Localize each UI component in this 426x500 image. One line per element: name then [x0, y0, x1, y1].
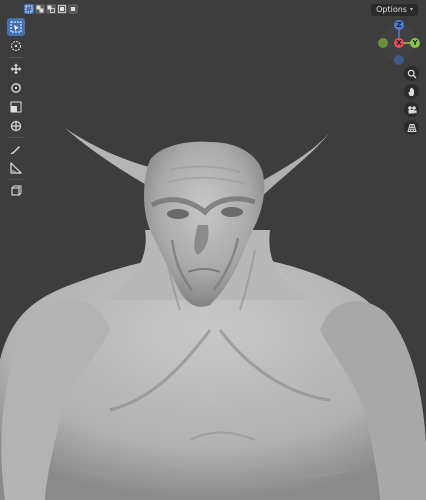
select-box-icon [10, 21, 22, 33]
invert-selection-icon [58, 5, 66, 13]
camera-icon [407, 105, 416, 113]
sculpt-model[interactable] [0, 0, 426, 500]
mode-subtract-selection-button[interactable] [46, 4, 56, 14]
toolbar-divider [9, 179, 23, 180]
tool-measure[interactable] [7, 159, 25, 177]
transform-icon [10, 120, 22, 132]
gizmo-y-axis[interactable]: Y [410, 38, 420, 48]
tool-transform[interactable] [7, 117, 25, 135]
pan-hand-icon [408, 87, 414, 96]
pan-button[interactable] [404, 84, 419, 99]
tool-rotate[interactable] [7, 79, 25, 97]
toolbar-divider [9, 137, 23, 138]
add-cube-icon [11, 185, 22, 196]
zoom-button[interactable] [404, 66, 419, 81]
tool-scale[interactable] [7, 98, 25, 116]
zoom-icon [407, 69, 416, 78]
perspective-grid-icon [406, 123, 417, 132]
options-label: Options [376, 5, 407, 14]
gizmo-neg-y-axis[interactable] [378, 38, 388, 48]
gizmo-neg-z-axis[interactable] [394, 55, 404, 65]
new-selection-icon [25, 5, 33, 13]
toolbar-divider [9, 57, 23, 58]
measure-icon [10, 162, 22, 174]
mode-invert-selection-button[interactable] [57, 4, 67, 14]
intersect-selection-icon [71, 7, 75, 11]
cursor-icon [11, 41, 21, 51]
move-icon [10, 63, 22, 75]
gizmo-x-axis[interactable]: X [394, 38, 404, 48]
mode-new-selection-button[interactable] [24, 4, 34, 14]
select-mode-group [24, 4, 78, 16]
extend-selection-icon [36, 5, 44, 13]
annotate-icon [10, 146, 20, 155]
rotate-icon [11, 83, 21, 93]
mode-extend-selection-button[interactable] [35, 4, 45, 14]
tool-cursor[interactable] [7, 37, 25, 55]
tool-shelf [6, 18, 26, 201]
subtract-selection-icon [47, 5, 55, 13]
tool-annotate[interactable] [7, 140, 25, 158]
tool-move[interactable] [7, 60, 25, 78]
options-dropdown[interactable]: Options ▾ [371, 4, 418, 16]
scale-icon [10, 101, 22, 113]
3d-viewport[interactable]: Options ▾ Z X Y [0, 0, 426, 500]
navigation-gizmo[interactable]: Z X Y [374, 16, 424, 70]
chevron-down-icon: ▾ [409, 6, 413, 13]
gizmo-z-axis[interactable]: Z [394, 20, 404, 30]
tool-add-cube[interactable] [7, 182, 25, 200]
camera-button[interactable] [404, 102, 419, 117]
perspective-button[interactable] [404, 120, 419, 135]
viewport-navigation [404, 66, 420, 135]
mode-intersect-selection-button[interactable] [68, 4, 78, 14]
tool-select-box[interactable] [7, 18, 25, 36]
